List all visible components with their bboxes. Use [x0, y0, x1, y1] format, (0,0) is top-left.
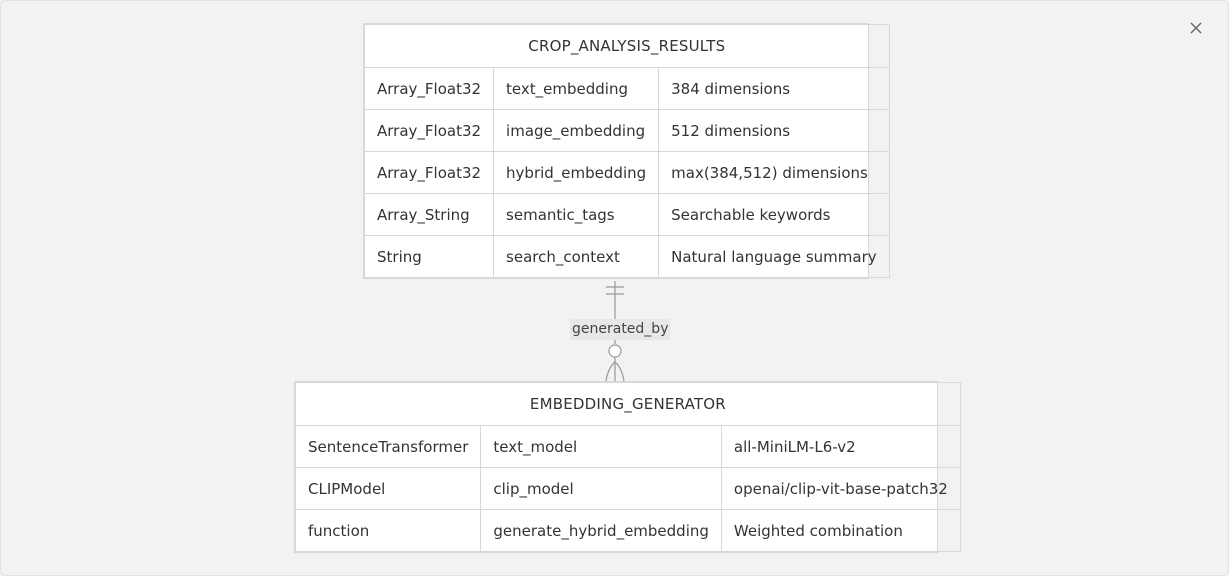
- attribute-type: SentenceTransformer: [294, 425, 482, 468]
- table-row: SentenceTransformer text_model all-MiniL…: [294, 425, 961, 468]
- table-row: CLIPModel clip_model openai/clip-vit-bas…: [294, 467, 961, 510]
- attribute-comment: all-MiniLM-L6-v2: [720, 425, 961, 468]
- table-row: function generate_hybrid_embedding Weigh…: [294, 509, 961, 552]
- entity-title: EMBEDDING_GENERATOR: [295, 382, 961, 426]
- attribute-type: CLIPModel: [294, 467, 482, 510]
- attribute-type: function: [294, 509, 482, 552]
- attribute-comment: openai/clip-vit-base-patch32: [720, 467, 961, 510]
- attribute-comment: Weighted combination: [720, 509, 961, 552]
- attribute-name: text_model: [480, 425, 722, 468]
- attribute-name: clip_model: [480, 467, 722, 510]
- cardinality-many-mark: [605, 361, 616, 382]
- cardinality-many-mark: [614, 361, 625, 382]
- cardinality-zero-mark: [608, 344, 622, 358]
- attribute-name: generate_hybrid_embedding: [480, 509, 722, 552]
- entity-embedding-generator: EMBEDDING_GENERATOR SentenceTransformer …: [294, 381, 961, 553]
- relationship-label: generated_by: [570, 319, 671, 340]
